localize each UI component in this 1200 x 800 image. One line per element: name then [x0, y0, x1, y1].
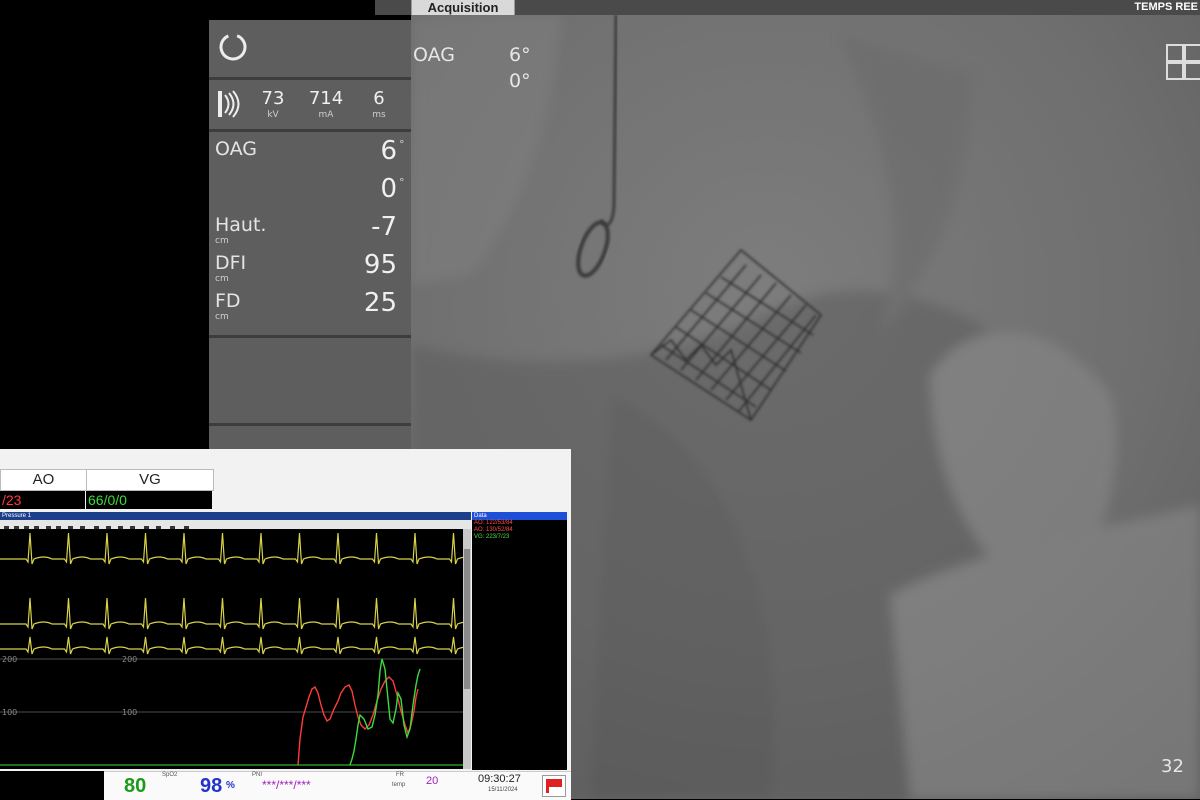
channel-ao-value-box: /23	[0, 491, 85, 509]
geom-value-dfi: 95	[363, 250, 397, 280]
acquisition-parameters-panel: 73 kV 714 mA 6 ms OAG 6 ° 0 ° Haut. cm -…	[209, 20, 411, 451]
channel-ao-header[interactable]: AO	[0, 469, 87, 491]
angle2-value: 0°	[509, 70, 531, 92]
geom-value-oag: 6	[380, 136, 397, 166]
waveform-toolbar[interactable]	[0, 520, 471, 531]
scale-label-100-mid: 100	[122, 708, 137, 717]
ao-pressure-trace	[297, 676, 419, 766]
geom-label-fd: FD	[215, 290, 241, 312]
nibp-value: ***/***/***	[262, 778, 311, 792]
channel-vg-header[interactable]: VG	[86, 469, 214, 491]
kv-value: 73	[261, 88, 285, 109]
spo2-value: 98	[200, 775, 223, 797]
exposure-pane: 73 kV 714 mA 6 ms	[209, 80, 411, 129]
event-list[interactable]: Data AO: 122/53/84 AO: 130/52/84 VG: 223…	[472, 512, 567, 770]
fr-value: 20	[426, 775, 439, 787]
geom-unit-height: cm	[215, 236, 229, 246]
geom-value-fd: 25	[363, 288, 397, 318]
ms-value: 6	[373, 88, 385, 109]
vitals-bar: 80 SpO2 98 % PNI ***/***/*** FR temp 20 …	[104, 771, 571, 800]
event-list-header: Data	[472, 512, 567, 520]
kv-unit: kV	[267, 110, 279, 120]
status-pane	[209, 20, 411, 77]
nibp-label: PNI	[252, 772, 263, 778]
vitals-bar-left-blank	[0, 771, 104, 799]
channel-vg-value-box: 66/0/0	[86, 491, 212, 509]
ma-value: 714	[308, 88, 344, 109]
projection-label: OAG	[413, 44, 455, 66]
geom-label-dfi: DFI	[215, 252, 247, 274]
scale-label-200-mid: 200	[122, 655, 137, 664]
ma-unit: mA	[318, 110, 334, 120]
frame-number: 32	[1161, 756, 1184, 777]
geom-value-height: -7	[371, 212, 397, 242]
temp-label: temp	[392, 782, 406, 788]
waveform-scrollbar[interactable]	[463, 529, 471, 769]
heart-rate-value: 80	[124, 775, 147, 797]
bottom-pane	[209, 426, 411, 451]
geom-value-cran: 0	[380, 174, 397, 204]
geom-suffix-oag: °	[399, 138, 405, 151]
hemodynamic-monitor: AO VG /23 66/0/0 Pressure 1 200 200 100 …	[0, 449, 571, 800]
spo2-unit: %	[226, 780, 235, 791]
alarm-flag-icon[interactable]	[542, 775, 566, 797]
channel-vg-value: 66/0/0	[88, 492, 127, 508]
geometry-pane: OAG 6 ° 0 ° Haut. cm -7 DFI cm 95 FD cm …	[209, 132, 411, 335]
waveform-area: 200 200 100 100	[0, 529, 476, 769]
tab-acquisition[interactable]: Acquisition	[411, 0, 515, 16]
channel-ao-value: /23	[2, 492, 22, 508]
loading-ring-icon	[219, 33, 247, 61]
ecg-trace-1	[0, 532, 476, 565]
ecg-trace-3	[0, 636, 476, 655]
ecg-trace-2	[0, 597, 476, 630]
waveform-titlebar: Pressure 1	[0, 512, 471, 520]
scale-label-100-left: 100	[2, 708, 17, 717]
waveform-traces: 200 200 100 100	[0, 532, 476, 766]
clock-time: 09:30:27	[478, 773, 521, 785]
event-line-1[interactable]: AO: 122/53/84	[472, 520, 567, 527]
angle1-value: 6°	[509, 44, 531, 66]
geom-suffix-cran: °	[399, 176, 405, 189]
geom-unit-dfi: cm	[215, 274, 229, 284]
geom-unit-fd: cm	[215, 312, 229, 322]
scale-label-200-left: 200	[2, 655, 17, 664]
realtime-label: TEMPS REE	[1134, 1, 1198, 13]
fr-label: FR	[396, 772, 404, 778]
clock-date: 15/11/2024	[488, 787, 518, 793]
ms-unit: ms	[372, 110, 386, 120]
xray-tube-icon	[218, 90, 240, 118]
geom-label-oag: OAG	[215, 138, 258, 160]
geom-label-height: Haut.	[215, 214, 267, 236]
event-line-3[interactable]: VG: 223/7/23	[472, 534, 567, 541]
empty-pane	[209, 338, 411, 423]
spo2-label: SpO2	[162, 772, 178, 778]
event-line-2[interactable]: AO: 130/52/84	[472, 527, 567, 534]
